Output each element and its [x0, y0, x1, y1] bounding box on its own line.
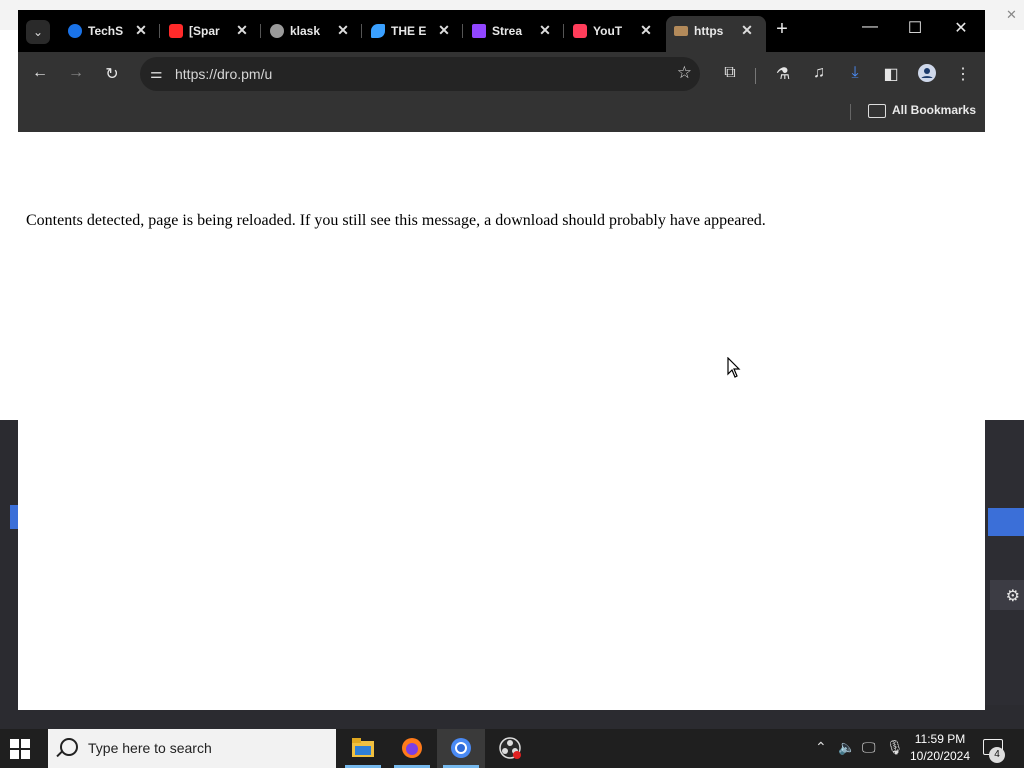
folder-icon [352, 738, 374, 757]
tab-the-e[interactable]: THE E ✕ [363, 16, 463, 46]
close-icon[interactable]: ✕ [946, 18, 976, 38]
taskbar-clock[interactable]: 11:59 PM 10/20/2024 [905, 731, 975, 765]
background-left-selected [10, 505, 18, 529]
volume-icon[interactable]: 🔈 [838, 739, 855, 756]
tab-close-icon[interactable]: ✕ [435, 21, 453, 39]
tab-spar[interactable]: [Spar ✕ [161, 16, 261, 46]
background-selected-row [988, 508, 1024, 536]
tab-close-icon[interactable]: ✕ [738, 21, 756, 39]
tab-title: [Spar [189, 24, 220, 38]
tab-title: klask [290, 24, 321, 38]
tab-https-active[interactable]: https ✕ [666, 16, 766, 52]
tab-title: Strea [492, 24, 523, 38]
gear-icon[interactable]: ⚙ [1006, 586, 1020, 606]
profile-icon[interactable] [915, 64, 939, 87]
page-message: Contents detected, page is being reloade… [26, 212, 766, 229]
tab-separator [260, 24, 261, 38]
site-info-icon[interactable]: ⚌ [150, 65, 163, 82]
bookmarks-bar: All Bookmarks [18, 96, 985, 132]
tab-favicon-icon [674, 26, 688, 36]
taskbar-file-explorer[interactable] [339, 729, 387, 768]
notification-count-badge: 4 [989, 747, 1005, 763]
microphone-icon[interactable]: 🎙 [886, 739, 904, 756]
toolbar-separator [755, 68, 756, 84]
address-url[interactable]: https://dro.pm/u [175, 66, 272, 82]
tab-favicon-icon [68, 24, 82, 38]
maximize-icon[interactable]: ☐ [900, 18, 930, 38]
tab-favicon-icon [573, 24, 587, 38]
tab-separator [462, 24, 463, 38]
all-bookmarks-button[interactable]: All Bookmarks [892, 103, 976, 117]
tab-klask[interactable]: klask ✕ [262, 16, 362, 46]
background-left-panel [0, 420, 18, 710]
back-icon[interactable]: ← [28, 64, 52, 82]
taskbar-search-box[interactable]: Type here to search [48, 729, 336, 768]
chevron-up-icon[interactable]: ⌃ [815, 739, 827, 756]
tab-favicon-icon [169, 24, 183, 38]
firefox-icon [402, 738, 422, 758]
download-icon[interactable]: ⤓ [843, 64, 867, 82]
tab-separator [159, 24, 160, 38]
taskbar-chrome[interactable] [437, 729, 485, 768]
tab-strip: ⌄ TechS ✕ [Spar ✕ klask ✕ THE E ✕ Strea … [18, 10, 985, 52]
taskbar-firefox[interactable] [388, 729, 436, 768]
page-content: Contents detected, page is being reloade… [18, 132, 985, 710]
star-icon[interactable]: ☆ [677, 63, 692, 83]
obs-icon [499, 737, 521, 759]
tab-favicon-icon [371, 24, 385, 38]
tab-strea[interactable]: Strea ✕ [464, 16, 564, 46]
clock-date: 10/20/2024 [909, 749, 971, 763]
tab-favicon-icon [472, 24, 486, 38]
browser-window: ⌄ TechS ✕ [Spar ✕ klask ✕ THE E ✕ Strea … [18, 10, 985, 710]
browser-toolbar: ← → ↻ ⚌ https://dro.pm/u ☆ ⧉ ⚗ ♫ ⤓ ◧ ⋮ [18, 52, 985, 96]
address-bar[interactable]: ⚌ https://dro.pm/u ☆ [140, 57, 700, 91]
tab-close-icon[interactable]: ✕ [334, 21, 352, 39]
forward-icon[interactable]: → [64, 64, 88, 82]
tab-title: YouT [593, 24, 623, 38]
folder-icon[interactable] [868, 104, 886, 118]
tab-close-icon[interactable]: ✕ [132, 21, 150, 39]
background-settings-panel: ⚙ [990, 580, 1024, 610]
menu-icon[interactable]: ⋮ [951, 64, 975, 84]
minimize-icon[interactable]: — [855, 18, 885, 36]
windows-start-icon[interactable] [10, 739, 30, 759]
media-icon[interactable]: ♫ [807, 64, 831, 82]
extensions-icon[interactable]: ⧉ [718, 64, 742, 82]
search-icon [60, 738, 78, 756]
labs-icon[interactable]: ⚗ [771, 64, 795, 84]
bookmarks-separator [850, 104, 851, 120]
tab-yout[interactable]: YouT ✕ [565, 16, 665, 46]
tab-title: https [694, 24, 724, 38]
side-panel-icon[interactable]: ◧ [879, 64, 903, 84]
tab-favicon-icon [270, 24, 284, 38]
tab-close-icon[interactable]: ✕ [233, 21, 251, 39]
tab-separator [361, 24, 362, 38]
search-placeholder: Type here to search [88, 740, 212, 756]
tab-title: TechS [88, 24, 124, 38]
network-icon[interactable]: 🖵 [862, 739, 876, 756]
background-app-panel [985, 420, 1024, 710]
tab-techs[interactable]: TechS ✕ [60, 16, 160, 46]
tab-close-icon[interactable]: ✕ [536, 21, 554, 39]
tab-title: THE E [391, 24, 427, 38]
background-close-icon[interactable]: ✕ [1006, 7, 1017, 23]
new-tab-icon[interactable]: + [770, 18, 794, 41]
chrome-icon [451, 738, 471, 758]
taskbar: Type here to search ⌃ 🔈 🖵 🎙 11:59 PM 10/… [0, 729, 1024, 768]
tab-search-icon[interactable]: ⌄ [26, 20, 50, 44]
tab-separator [563, 24, 564, 38]
taskbar-obs[interactable] [486, 729, 534, 768]
tab-close-icon[interactable]: ✕ [637, 21, 655, 39]
clock-time: 11:59 PM [914, 732, 966, 746]
reload-icon[interactable]: ↻ [100, 64, 124, 84]
